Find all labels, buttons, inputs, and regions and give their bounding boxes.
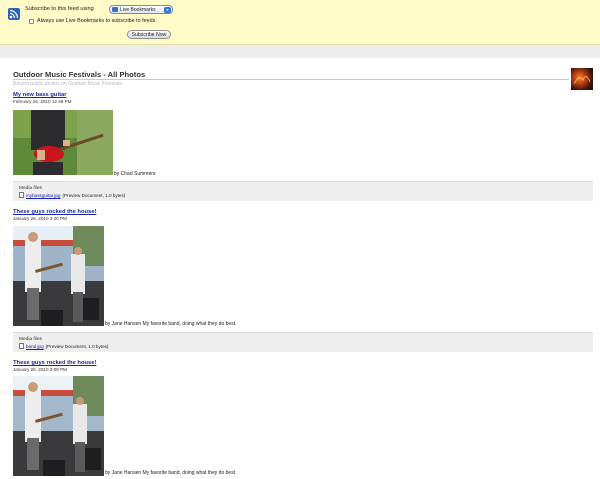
media-file-link[interactable]: mybassguitar.jpg — [26, 193, 60, 198]
entry-photo-band[interactable] — [13, 376, 104, 476]
media-files-heading: Media files — [19, 186, 42, 191]
live-bookmarks-icon — [112, 7, 118, 12]
rss-feed-icon — [8, 8, 20, 20]
feed-entry: These guys rocked the house! January 26,… — [13, 209, 583, 221]
always-use-option[interactable]: Always use Live Bookmarks to subscribe t… — [29, 18, 157, 24]
media-files-heading: Media files — [19, 337, 42, 342]
entry-byline: by Jane Hansen My favorite band, doing w… — [105, 470, 237, 476]
media-file-item: mybassguitar.jpg (Preview Document, 1.0 … — [19, 192, 125, 198]
feed-title: Outdoor Music Festivals - All Photos — [13, 70, 146, 79]
feed-reader-selected-value: Live Bookmarks — [120, 6, 156, 13]
entry-photo-band[interactable] — [13, 226, 104, 326]
entry-title-link[interactable]: My new bass guitar — [13, 92, 583, 98]
entry-byline: by Chad Summers — [114, 171, 156, 177]
subscribe-label: Subscribe to this feed using — [25, 6, 94, 12]
feed-entry: My new bass guitar February 26, 2010 12:… — [13, 92, 583, 104]
media-file-info: (Preview Document, 1.0 bytes) — [62, 192, 126, 198]
entry-date: January 26, 2010 3:20 PM — [13, 216, 67, 221]
media-files-box: Media files mybassguitar.jpg (Preview Do… — [13, 181, 593, 201]
entry-title-link[interactable]: These guys rocked the house! — [13, 360, 583, 366]
subscribe-now-button[interactable]: Subscribe Now — [127, 30, 171, 39]
entry-date: February 26, 2010 12:49 PM — [13, 99, 72, 104]
entry-photo-bass-guitar[interactable] — [13, 110, 113, 175]
subscribe-bar: Subscribe to this feed using Live Bookma… — [0, 0, 600, 45]
document-icon — [19, 192, 24, 198]
feed-entry: These guys rocked the house! January 26,… — [13, 360, 583, 372]
always-use-label: Always use Live Bookmarks to subscribe t… — [37, 18, 157, 24]
entry-date: January 26, 2010 3:09 PM — [13, 367, 67, 372]
media-file-item: band.jpg (Preview Document, 1.0 bytes) — [19, 343, 108, 349]
dropdown-arrow-icon: ▾ — [164, 7, 171, 13]
media-file-info: (Preview Document, 1.0 bytes) — [45, 343, 109, 349]
feed-subtitle: Recent public photos on Outdoor Music Fe… — [13, 81, 122, 87]
media-file-link[interactable]: band.jpg — [26, 344, 44, 349]
feed-content: Outdoor Music Festivals - All Photos Rec… — [0, 58, 600, 479]
always-use-checkbox[interactable] — [29, 18, 34, 24]
feed-logo-image — [571, 68, 593, 90]
entry-byline: by Jane Hansen My favorite band, doing w… — [105, 321, 237, 327]
entry-title-link[interactable]: These guys rocked the house! — [13, 209, 583, 215]
document-icon — [19, 343, 24, 349]
media-files-box: Media files band.jpg (Preview Document, … — [13, 332, 593, 352]
title-divider — [13, 79, 569, 80]
feed-reader-select[interactable]: Live Bookmarks ▾ — [109, 5, 173, 14]
